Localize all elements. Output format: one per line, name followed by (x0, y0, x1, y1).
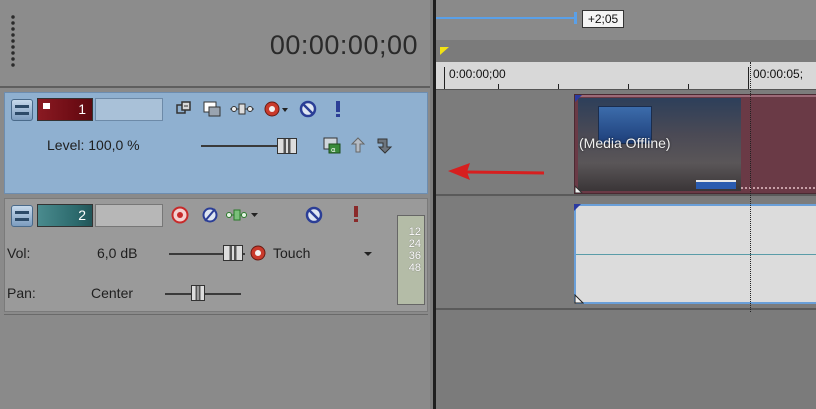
meter-tick: 36 (408, 250, 421, 262)
audio-waveform-centerline (576, 254, 816, 255)
volume-label: Vol: (7, 245, 31, 261)
meter-tick: 12 (408, 226, 421, 238)
ruler-tick (628, 84, 629, 89)
minimize-track-button[interactable] (11, 99, 33, 121)
pan-slider-thumb[interactable] (191, 285, 205, 301)
audio-event-clip[interactable] (574, 204, 816, 304)
composite-child-icon[interactable] (375, 136, 393, 154)
ruler-tick (444, 67, 445, 89)
empty-track-area (4, 314, 428, 409)
thumbnail-monitor (696, 180, 736, 189)
mute-icon[interactable] (299, 100, 317, 118)
fade-out-handle-icon[interactable] (574, 294, 584, 304)
bypass-fx-icon[interactable] (175, 100, 193, 118)
motion-blur-icon[interactable]: α (323, 136, 341, 154)
meter-tick: 48 (408, 262, 421, 274)
level-slider-thumb[interactable] (277, 138, 297, 154)
ruler-tick (748, 67, 749, 89)
track-number-badge[interactable]: 1 (37, 98, 93, 121)
track-header-pane: 00:00:00;00 1 Level: 100,0 % α 2 12 24 3… (0, 0, 430, 409)
invert-phase-icon[interactable] (201, 206, 219, 224)
solo-icon[interactable] (347, 204, 365, 222)
clip-envelope-line (741, 187, 816, 189)
fx-chain-icon[interactable] (225, 206, 259, 224)
level-slider-track[interactable] (201, 145, 283, 147)
audio-track-lane[interactable] (436, 198, 816, 310)
loop-duration-label: +2;05 (582, 10, 624, 28)
ruler-label: 0:00:00;00 (449, 67, 506, 81)
fade-out-handle-icon[interactable] (575, 185, 583, 193)
composite-parent-icon[interactable] (349, 136, 367, 154)
level-label: Level: 100,0 % (47, 137, 140, 153)
time-display[interactable]: 00:00:00;00 (270, 30, 418, 61)
loop-region[interactable] (436, 17, 576, 19)
gear-icon[interactable] (263, 99, 289, 117)
ruler-tick (558, 84, 559, 89)
red-arrow-icon (448, 163, 545, 180)
ruler-label: 00:00:05; (753, 67, 804, 81)
volume-slider-thumb[interactable] (223, 245, 243, 261)
fade-in-handle-icon[interactable] (574, 204, 582, 212)
audio-level-meter: 12 24 36 48 (397, 215, 425, 305)
video-track-header[interactable]: 1 Level: 100,0 % α (4, 92, 428, 194)
chevron-down-icon[interactable] (359, 245, 377, 263)
ruler-tick (688, 84, 689, 89)
gear-icon[interactable] (249, 244, 267, 262)
track-number: 1 (78, 101, 86, 117)
pan-label: Pan: (7, 285, 36, 301)
loop-region-end-handle[interactable] (574, 12, 577, 24)
svg-text:α: α (331, 146, 336, 154)
timeline-ruler[interactable]: 0:00:00;00 00:00:05; (436, 62, 816, 90)
track-name-field[interactable] (95, 98, 163, 121)
record-arm-icon[interactable] (171, 206, 189, 224)
mute-icon[interactable] (305, 206, 323, 224)
loop-region-bar[interactable]: +2;05 (436, 0, 816, 40)
pan-value: Center (91, 285, 134, 301)
ruler-tick (498, 84, 499, 89)
fx-chain-icon[interactable] (229, 100, 255, 118)
compositing-mode-icon[interactable] (203, 100, 221, 118)
timeline-pane: +2;05 0:00:00;00 00:00:05; (Media Offlin… (433, 0, 816, 409)
audio-track-header[interactable]: 2 12 24 36 48 Vol: 6,0 dB Touch Pan: Cen… (4, 198, 428, 312)
toolbar-gripper-icon[interactable] (10, 14, 16, 68)
video-event-clip[interactable]: (Media Offline) (574, 94, 816, 194)
track-color-swatch (43, 103, 50, 109)
track-number: 2 (78, 207, 86, 223)
minimize-track-button[interactable] (11, 205, 33, 227)
time-display-area: 00:00:00;00 (0, 0, 430, 88)
clip-top-edge (575, 95, 816, 97)
media-offline-label: (Media Offline) (579, 135, 671, 151)
volume-value: 6,0 dB (97, 245, 138, 261)
fade-in-handle-icon[interactable] (575, 95, 583, 103)
track-number-badge[interactable]: 2 (37, 204, 93, 227)
solo-icon[interactable] (329, 99, 347, 117)
track-name-field[interactable] (95, 204, 163, 227)
meter-tick: 24 (408, 238, 421, 250)
automation-mode-label[interactable]: Touch (273, 245, 310, 261)
marker-flag-icon[interactable] (440, 47, 449, 55)
playhead-cursor[interactable] (750, 62, 751, 312)
